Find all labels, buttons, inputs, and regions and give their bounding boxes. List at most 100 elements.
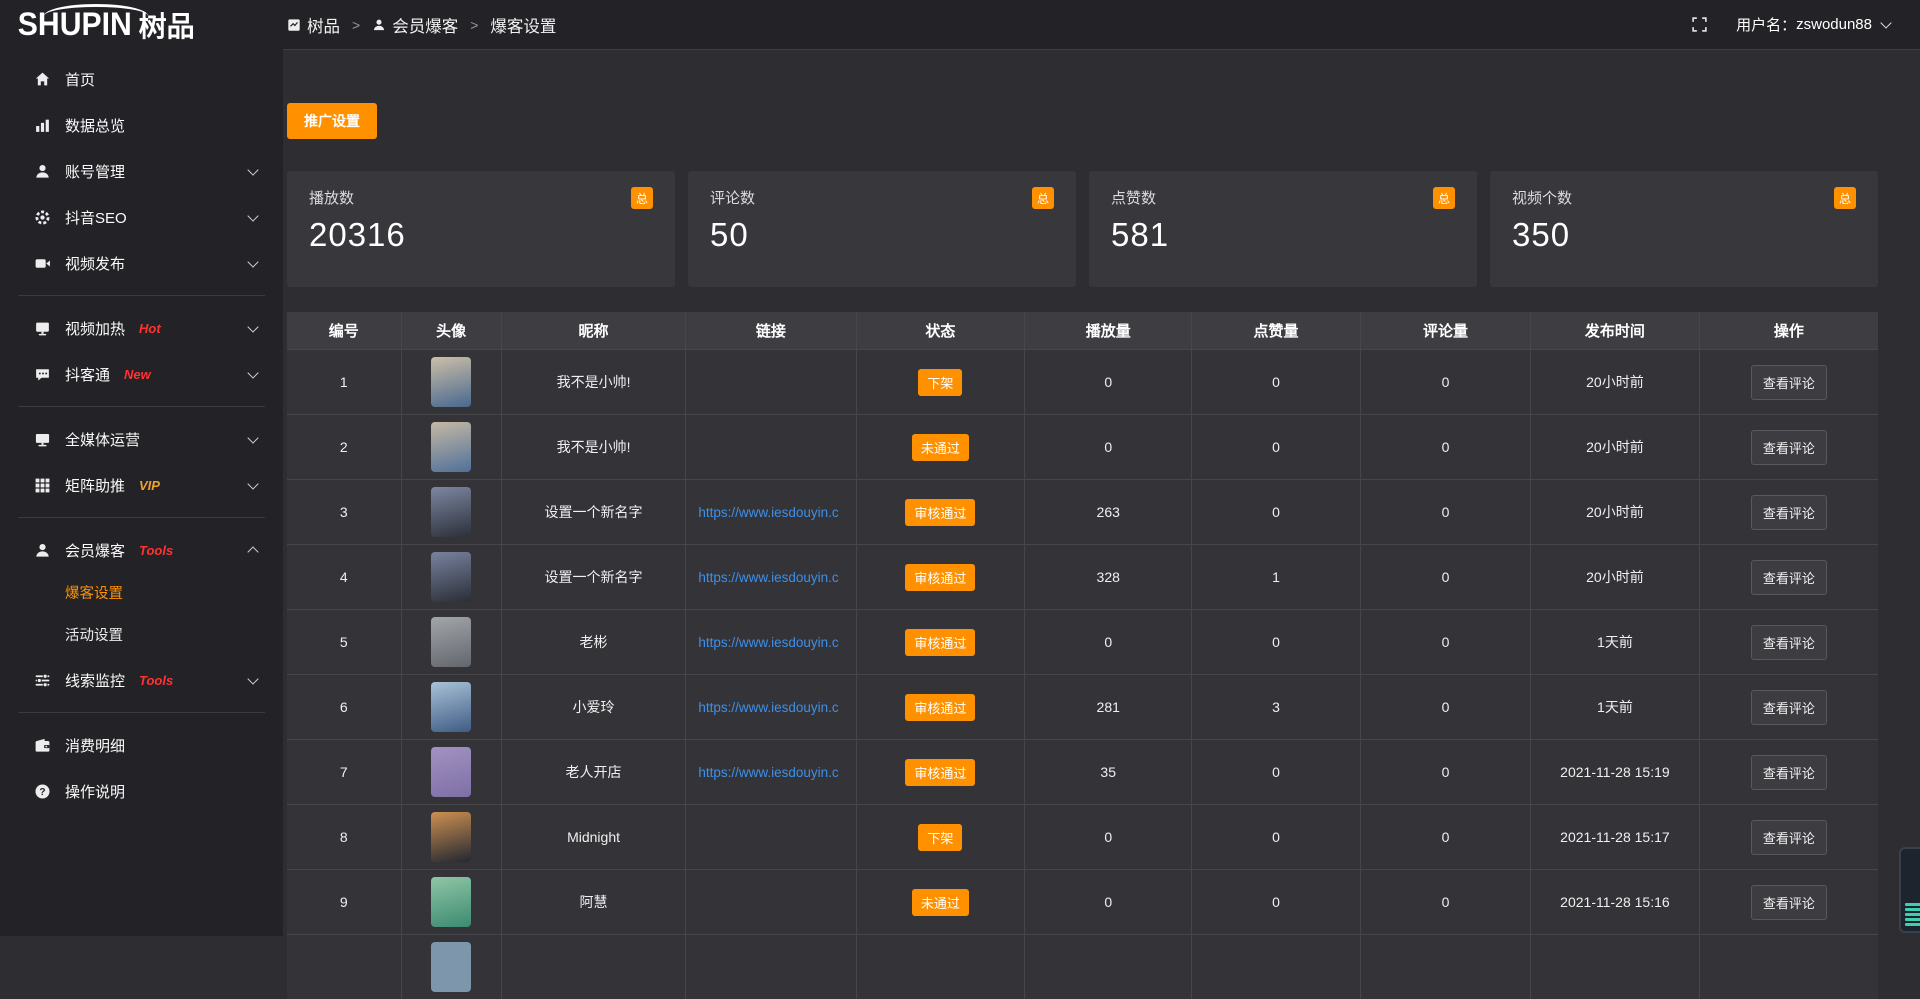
home-icon bbox=[34, 71, 52, 88]
sidebar-nav: 首页数据总览账号管理抖音SEO视频发布视频加热Hot抖客通New全媒体运营矩阵助… bbox=[0, 56, 283, 814]
chevron-down-icon bbox=[247, 210, 258, 221]
sidebar-item-3[interactable]: 抖音SEO bbox=[0, 194, 283, 240]
sidebar-item-2[interactable]: 账号管理 bbox=[0, 148, 283, 194]
video-link[interactable]: https://www.iesdouyin.c bbox=[698, 570, 838, 585]
cell-publish-time: 20小时前 bbox=[1531, 350, 1700, 414]
widget-stripe bbox=[1905, 918, 1920, 921]
status-badge: 未通过 bbox=[912, 434, 969, 461]
table-row: 9阿慧未通过0002021-11-28 15:16查看评论 bbox=[287, 869, 1878, 934]
sidebar-subitem-14[interactable]: 活动设置 bbox=[0, 615, 283, 657]
sidebar-item-4[interactable]: 视频发布 bbox=[0, 240, 283, 286]
cell-avatar bbox=[402, 740, 502, 804]
user-icon bbox=[372, 18, 386, 32]
stat-card-header: 视频个数总 bbox=[1512, 187, 1856, 209]
cell-action: 查看评论 bbox=[1700, 805, 1878, 869]
view-comments-button[interactable]: 查看评论 bbox=[1751, 365, 1827, 400]
logo[interactable]: SHUPIN 树品 bbox=[0, 0, 283, 50]
user-icon bbox=[34, 163, 52, 180]
sidebar-item-9[interactable]: 全媒体运营 bbox=[0, 416, 283, 462]
sidebar-item-label: 抖音SEO bbox=[65, 207, 127, 228]
sidebar-item-label: 视频加热 bbox=[65, 318, 125, 339]
sidebar-item-15[interactable]: 线索监控Tools bbox=[0, 657, 283, 703]
cell-comments: 0 bbox=[1361, 870, 1531, 934]
view-comments-button[interactable]: 查看评论 bbox=[1751, 755, 1827, 790]
cell-comments: 0 bbox=[1361, 545, 1531, 609]
widget-stripe bbox=[1905, 908, 1920, 911]
sidebar-item-6[interactable]: 视频加热Hot bbox=[0, 305, 283, 351]
table-row: 6小爱玲https://www.iesdouyin.c审核通过281301天前查… bbox=[287, 674, 1878, 739]
breadcrumb-label: 爆客设置 bbox=[490, 13, 556, 37]
view-comments-button[interactable]: 查看评论 bbox=[1751, 625, 1827, 660]
video-link[interactable]: https://www.iesdouyin.c bbox=[698, 505, 838, 520]
stat-card-label: 播放数 bbox=[309, 187, 354, 208]
video-link[interactable]: https://www.iesdouyin.c bbox=[698, 765, 838, 780]
cell-avatar bbox=[402, 545, 502, 609]
sidebar-divider bbox=[18, 295, 265, 296]
sidebar-item-label: 抖客通 bbox=[65, 364, 110, 385]
cell-likes: 1 bbox=[1192, 545, 1361, 609]
stat-card-total-badge: 总 bbox=[631, 187, 653, 209]
cell-likes bbox=[1192, 935, 1361, 999]
sidebar-item-10[interactable]: 矩阵助推VIP bbox=[0, 462, 283, 508]
view-comments-button[interactable]: 查看评论 bbox=[1751, 495, 1827, 530]
username-value: zswodun88 bbox=[1796, 16, 1872, 33]
video-link[interactable]: https://www.iesdouyin.c bbox=[698, 700, 838, 715]
cell-action: 查看评论 bbox=[1700, 350, 1878, 414]
cell-nickname: 老人开店 bbox=[502, 740, 687, 804]
chevron-down-icon bbox=[247, 164, 258, 175]
sidebar-item-1[interactable]: 数据总览 bbox=[0, 102, 283, 148]
view-comments-button[interactable]: 查看评论 bbox=[1751, 690, 1827, 725]
user-menu[interactable]: 用户名： zswodun88 bbox=[1736, 14, 1890, 35]
avatar bbox=[431, 552, 471, 602]
widget-stripe bbox=[1905, 923, 1920, 926]
cell-likes: 0 bbox=[1192, 805, 1361, 869]
stat-card-total-badge: 总 bbox=[1433, 187, 1455, 209]
sidebar-item-label: 账号管理 bbox=[65, 161, 125, 182]
table-row: 3设置一个新名字https://www.iesdouyin.c审核通过26300… bbox=[287, 479, 1878, 544]
status-badge: 未通过 bbox=[912, 889, 969, 916]
cell-avatar bbox=[402, 610, 502, 674]
avatar bbox=[431, 942, 471, 992]
breadcrumb-item-0[interactable]: 树品 bbox=[287, 13, 340, 37]
cell-avatar bbox=[402, 870, 502, 934]
widget-stripe bbox=[1905, 903, 1920, 906]
cell-action: 查看评论 bbox=[1700, 675, 1878, 739]
view-comments-button[interactable]: 查看评论 bbox=[1751, 430, 1827, 465]
stat-card-header: 播放数 总 bbox=[309, 187, 653, 209]
breadcrumb-item-1[interactable]: 会员爆客 bbox=[372, 13, 458, 37]
fullscreen-icon[interactable] bbox=[1691, 16, 1708, 33]
logo-text-cn: 树品 bbox=[139, 5, 195, 45]
cell-publish-time: 2021-11-28 15:19 bbox=[1531, 740, 1700, 804]
sidebar-item-7[interactable]: 抖客通New bbox=[0, 351, 283, 397]
promo-settings-button[interactable]: 推广设置 bbox=[287, 103, 377, 139]
cell-link bbox=[686, 350, 856, 414]
view-comments-button[interactable]: 查看评论 bbox=[1751, 560, 1827, 595]
grid-icon bbox=[34, 477, 52, 494]
table-header-cell: 点赞量 bbox=[1192, 312, 1361, 349]
breadcrumb-label: 树品 bbox=[307, 13, 340, 37]
sidebar-item-label: 矩阵助推 bbox=[65, 475, 125, 496]
sidebar-item-12[interactable]: 会员爆客Tools bbox=[0, 527, 283, 573]
chevron-down-icon bbox=[247, 478, 258, 489]
breadcrumb: 树品>会员爆客>爆客设置 bbox=[287, 13, 556, 37]
floating-widget[interactable] bbox=[1899, 847, 1920, 933]
cell-nickname: 老彬 bbox=[502, 610, 687, 674]
avatar bbox=[431, 617, 471, 667]
view-comments-button[interactable]: 查看评论 bbox=[1751, 820, 1827, 855]
cell-avatar bbox=[402, 935, 502, 999]
logo-text-en: SHUPIN bbox=[18, 7, 132, 44]
sidebar-item-17[interactable]: 消费明细 bbox=[0, 722, 283, 768]
view-comments-button[interactable]: 查看评论 bbox=[1751, 885, 1827, 920]
sidebar-item-label: 消费明细 bbox=[65, 735, 125, 756]
cell-likes: 0 bbox=[1192, 480, 1361, 544]
stat-card-header: 点赞数 总 bbox=[1111, 187, 1455, 209]
sidebar-subitem-13[interactable]: 爆客设置 bbox=[0, 573, 283, 615]
stat-card-total-badge: 总 bbox=[1032, 187, 1054, 209]
table-header-cell: 链接 bbox=[686, 312, 856, 349]
sidebar-item-tag: Tools bbox=[139, 673, 173, 688]
sidebar-item-18[interactable]: ?操作说明 bbox=[0, 768, 283, 814]
table-header-row: 编号头像昵称链接状态播放量点赞量评论量发布时间操作 bbox=[287, 312, 1878, 349]
stat-card-label: 点赞数 bbox=[1111, 187, 1156, 208]
sidebar-item-0[interactable]: 首页 bbox=[0, 56, 283, 102]
video-link[interactable]: https://www.iesdouyin.c bbox=[698, 635, 838, 650]
